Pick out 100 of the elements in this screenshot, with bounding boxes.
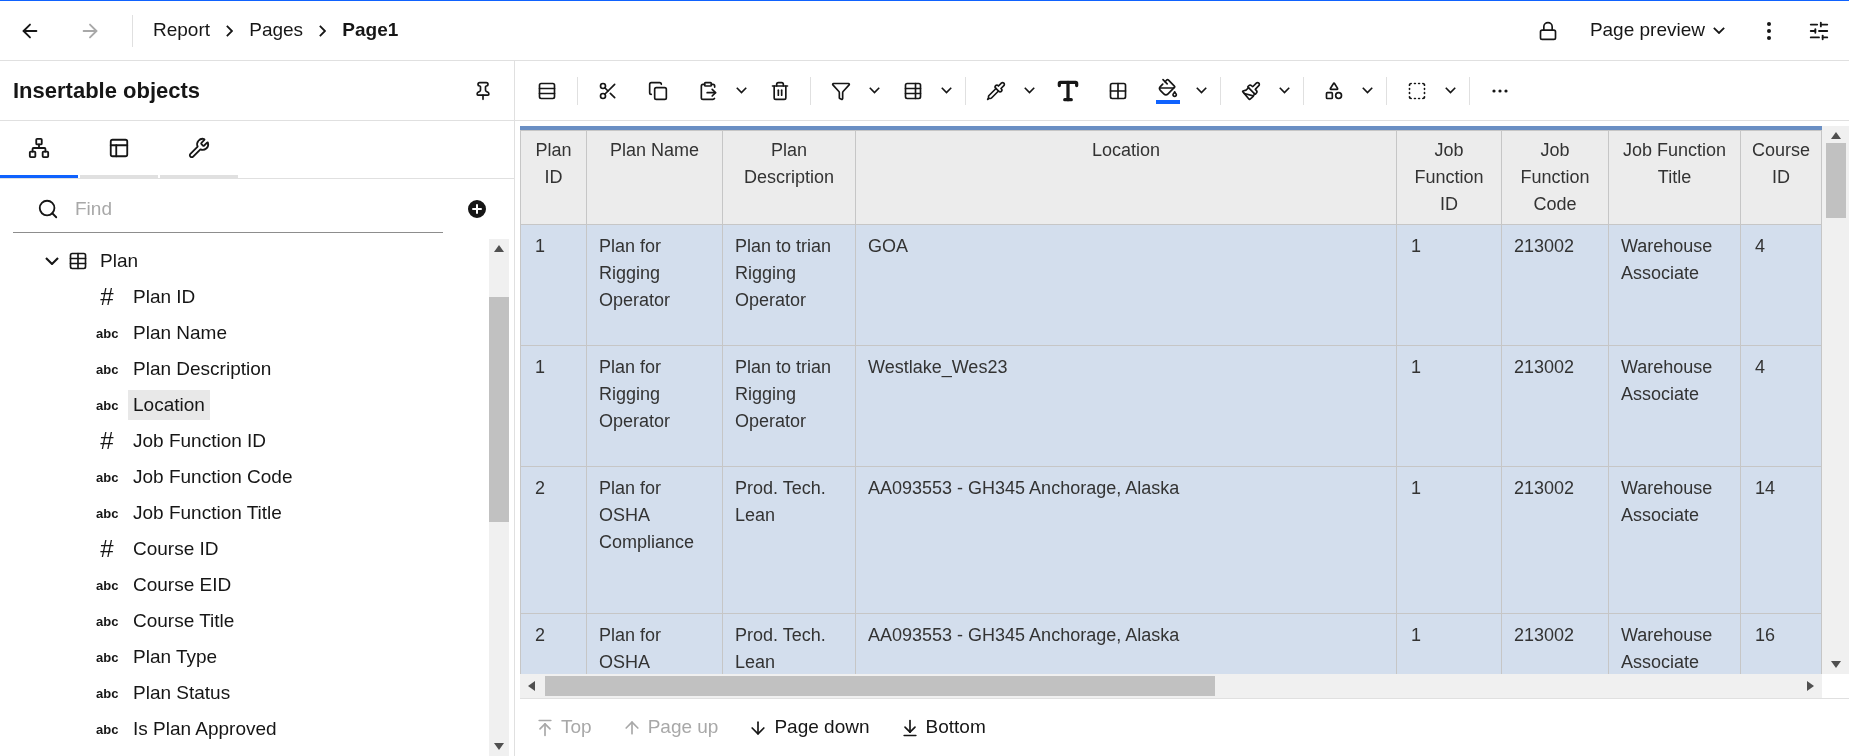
chevron-down-icon: [1713, 26, 1725, 35]
tree-item[interactable]: Job Function Title: [128, 497, 287, 529]
table-icon: [903, 80, 923, 101]
scissors-icon: [598, 80, 618, 101]
tree-item[interactable]: Job Function Code: [128, 461, 298, 493]
grid-icon: [1108, 80, 1128, 101]
scrollbar-thumb[interactable]: [1825, 143, 1846, 218]
column-header: Job Function ID: [1396, 130, 1502, 225]
table-cell: Plan for OSHA Compliance: [586, 466, 723, 614]
table-cell: Plan to trian Rigging Operator: [722, 345, 856, 467]
layout-icon: [108, 136, 130, 159]
table-cell: 213002: [1501, 224, 1609, 346]
arrow-down-icon[interactable]: [1830, 661, 1841, 668]
table-cell: 4: [1740, 224, 1822, 346]
hierarchy-icon: [28, 136, 50, 159]
table-cell: 1: [1396, 224, 1502, 346]
field-type-icon: abc: [96, 614, 118, 628]
table-cell: Plan to trian Rigging Operator: [722, 224, 856, 346]
plus-icon: [465, 197, 489, 221]
scrollbar-thumb[interactable]: [489, 297, 509, 523]
table-cell: 2: [520, 466, 587, 614]
arrow-left-icon[interactable]: [528, 681, 535, 691]
tree-item[interactable]: Job Function ID: [128, 425, 272, 457]
table-cell: GOA: [855, 224, 1397, 346]
table-cell: Warehouse Associate: [1608, 224, 1741, 346]
scrollbar-thumb[interactable]: [545, 676, 1215, 696]
field-type-icon: #: [96, 537, 118, 561]
tree-item[interactable]: Plan ID: [128, 281, 201, 313]
chevron-right-icon: [319, 24, 327, 37]
field-type-icon: abc: [96, 578, 118, 592]
add-button[interactable]: [465, 197, 489, 221]
arrow-down-icon[interactable]: [494, 743, 504, 750]
overflow-menu-icon: [1767, 21, 1771, 40]
table-icon: [68, 251, 88, 271]
column-header: Course ID: [1740, 130, 1822, 225]
tree-item[interactable]: Plan Type: [128, 641, 223, 673]
paste-icon: [698, 80, 718, 101]
column-header: Job Function Code: [1501, 130, 1609, 225]
search-field[interactable]: Find: [13, 185, 443, 233]
tree-item[interactable]: Course ID: [128, 533, 224, 565]
pin-icon: [473, 80, 493, 101]
table-cell: Westlake_Wes23: [855, 345, 1397, 467]
chevron-down-icon: [868, 87, 880, 94]
lock-icon: [1537, 20, 1558, 41]
scrollbar[interactable]: [489, 239, 509, 756]
view-dropdown[interactable]: Page preview: [1589, 16, 1725, 45]
tree-item[interactable]: Plan Description: [128, 353, 277, 385]
table-cell: 1: [1396, 345, 1502, 467]
tree-item[interactable]: Plan Name: [128, 317, 232, 349]
field-type-icon: abc: [96, 650, 118, 664]
table-cell: 1: [520, 345, 587, 467]
field-type-icon: #: [96, 429, 118, 453]
color-swatch: [1156, 99, 1180, 104]
sliders-icon: [1808, 19, 1830, 42]
table-cell: Prod. Tech. Lean: [722, 466, 856, 614]
chevron-down-icon: [1361, 87, 1373, 94]
filter-icon: [831, 80, 851, 101]
breadcrumb-link[interactable]: Pages: [249, 16, 304, 45]
field-type-icon: #: [96, 285, 118, 309]
scrollbar[interactable]: [520, 674, 1822, 698]
scrollbar[interactable]: [1822, 126, 1849, 674]
tree-item[interactable]: Plan: [96, 246, 143, 276]
arrow-up-icon[interactable]: [1830, 132, 1841, 139]
panel-title: Insertable objects: [13, 77, 201, 105]
field-type-icon: abc: [96, 470, 118, 484]
paging-button[interactable]: Bottom: [899, 713, 986, 742]
breadcrumb-link[interactable]: Report: [153, 16, 211, 45]
chevron-down-icon: [735, 87, 747, 94]
chevron-down-icon: [45, 256, 59, 266]
column-header: Plan Description: [722, 130, 856, 225]
chevron-down-icon: [1195, 87, 1207, 94]
tree-item[interactable]: Location: [128, 389, 210, 421]
paint-bucket-icon: [1158, 77, 1178, 98]
tree-item[interactable]: Plan Status: [128, 677, 236, 709]
field-type-icon: abc: [96, 362, 118, 376]
field-type-icon: abc: [96, 722, 118, 736]
table-cell: AA093553 - GH345 Anchorage, Alaska: [855, 466, 1397, 614]
search-icon: [37, 198, 59, 220]
table-cell: Warehouse Associate: [1608, 466, 1741, 614]
column-header: Plan Name: [586, 130, 723, 225]
paging-button[interactable]: Page down: [748, 713, 870, 742]
tree-item[interactable]: Course EID: [128, 569, 237, 601]
breadcrumb-current: Page1: [342, 18, 399, 43]
table-cell: 14: [1740, 466, 1822, 614]
tree-item[interactable]: Is Plan Approved: [128, 713, 282, 745]
overflow-menu-icon: [1492, 88, 1508, 93]
table-cell: 1: [1396, 466, 1502, 614]
arrow-up-to-line-icon: [535, 717, 555, 738]
table-cell: Plan for Rigging Operator: [586, 345, 723, 467]
column-header: Location: [855, 130, 1397, 225]
table-cell: 213002: [1501, 466, 1609, 614]
arrow-up-icon[interactable]: [494, 245, 504, 252]
table-cell: 1: [520, 224, 587, 346]
arrow-right-icon[interactable]: [1807, 681, 1814, 691]
chevron-down-icon: [940, 87, 952, 94]
shapes-icon: [1324, 80, 1344, 101]
column-header: Plan ID: [520, 130, 587, 225]
field-type-icon: abc: [96, 398, 118, 412]
tree-item[interactable]: Course Title: [128, 605, 240, 637]
chevron-down-icon: [1444, 87, 1456, 94]
